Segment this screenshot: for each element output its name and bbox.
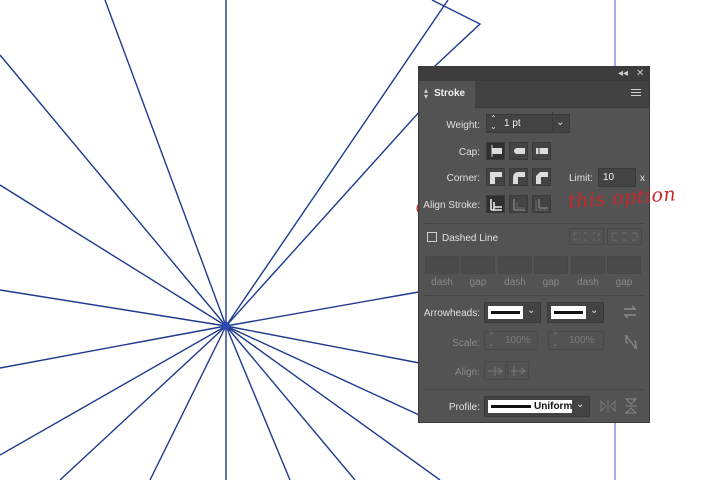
weight-label: Weight: xyxy=(446,120,480,131)
dash-label: dash xyxy=(577,277,599,288)
limit-unit: x xyxy=(640,173,645,184)
menu-icon[interactable] xyxy=(631,89,641,97)
chevron-down-icon[interactable]: ⌄ xyxy=(576,399,584,410)
limit-value[interactable]: 10 xyxy=(603,172,614,183)
starburst-ray xyxy=(225,99,431,327)
starburst-ray xyxy=(225,325,431,421)
dash-field-1[interactable] xyxy=(425,256,459,274)
swap-arrowheads-icon[interactable] xyxy=(623,305,637,319)
tab-stroke[interactable]: ▴ ▾ Stroke xyxy=(419,81,475,108)
chevron-down-icon[interactable]: ⌄ xyxy=(590,305,598,316)
starburst-ray xyxy=(225,0,449,327)
close-icon[interactable]: ✕ xyxy=(636,68,644,80)
align-dash-corners-icon[interactable] xyxy=(607,228,642,245)
align-label: Align: xyxy=(454,367,480,378)
flip-along-icon[interactable] xyxy=(600,399,616,413)
cap-label: Cap: xyxy=(458,147,480,158)
limit-label: Limit: xyxy=(569,173,593,184)
round-join-button[interactable] xyxy=(509,168,528,186)
end-arrowhead-select[interactable]: ⌄ xyxy=(547,302,604,323)
corner-label: Corner: xyxy=(446,173,480,184)
flip-across-icon[interactable] xyxy=(624,398,638,414)
align-stroke-outside-button[interactable] xyxy=(532,195,551,213)
align-stroke-inside-button[interactable] xyxy=(509,195,528,213)
start-scale-value[interactable]: 100% xyxy=(505,335,531,346)
gap-field-2[interactable] xyxy=(534,256,568,274)
align-stroke-label: Align Stroke: xyxy=(423,200,480,211)
weight-value[interactable]: 1 pt xyxy=(504,118,521,129)
end-scale-value[interactable]: 100% xyxy=(569,335,595,346)
panel-tab-bar: ▴ ▾ Stroke xyxy=(419,81,649,108)
starburst-ray xyxy=(0,184,227,327)
align-stroke-center-button[interactable] xyxy=(486,195,505,213)
expand-toggle-icon[interactable]: ▴ ▾ xyxy=(424,87,428,101)
projecting-cap-button[interactable] xyxy=(532,142,551,160)
bevel-join-button[interactable] xyxy=(532,168,551,186)
gap-field-1[interactable] xyxy=(461,256,495,274)
profile-value[interactable]: Uniform xyxy=(534,401,572,412)
starburst-ray xyxy=(104,0,227,327)
panel-titlebar[interactable]: ◂◂ ✕ xyxy=(419,67,649,81)
dash-field-2[interactable] xyxy=(498,256,532,274)
gap-label: gap xyxy=(542,277,560,288)
preserve-dash-icon[interactable] xyxy=(569,228,604,245)
gap-label: gap xyxy=(615,277,633,288)
link-scale-icon[interactable] xyxy=(624,334,638,350)
panel-title: Stroke xyxy=(434,88,466,99)
miter-join-button[interactable] xyxy=(486,168,505,186)
starburst-ray xyxy=(225,325,356,480)
place-arrow-tip-button[interactable] xyxy=(507,361,529,380)
extend-arrow-tip-button[interactable] xyxy=(484,361,506,380)
scale-label: Scale: xyxy=(452,338,480,349)
dashed-line-label: Dashed Line xyxy=(442,233,499,244)
gap-label: gap xyxy=(469,277,487,288)
starburst-center xyxy=(222,322,230,330)
dash-label: dash xyxy=(431,277,453,288)
stroke-panel: ◂◂ ✕ ▴ ▾ Stroke Weight: ⌃ ⌄ 1 pt ⌄ Cap: Co… xyxy=(418,66,650,423)
divider xyxy=(425,223,645,224)
starburst-ray xyxy=(225,325,431,366)
profile-label: Profile: xyxy=(448,402,480,413)
weight-stepper-icon[interactable]: ⌃ ⌄ xyxy=(490,115,497,131)
chevron-down-icon[interactable]: ⌄ xyxy=(527,305,535,316)
starburst-ray xyxy=(0,289,227,327)
start-arrowhead-select[interactable]: ⌄ xyxy=(484,302,541,323)
round-cap-button[interactable] xyxy=(509,142,528,160)
end-scale-field[interactable]: ⌃ ⌄ 100% xyxy=(548,331,604,350)
profile-select[interactable]: Uniform ⌄ xyxy=(484,396,590,417)
limit-field[interactable]: 10 xyxy=(598,168,636,187)
starburst-ray xyxy=(149,325,227,480)
dash-label: dash xyxy=(504,277,526,288)
arrowheads-label: Arrowheads: xyxy=(423,308,480,319)
starburst-ray xyxy=(0,54,227,327)
weight-dropdown-icon[interactable]: ⌄ xyxy=(556,117,564,128)
dashed-line-checkbox[interactable] xyxy=(427,232,437,242)
butt-cap-button[interactable] xyxy=(486,142,505,160)
collapse-icon[interactable]: ◂◂ xyxy=(618,68,628,80)
starburst-ray xyxy=(0,325,227,456)
weight-field[interactable]: ⌃ ⌄ 1 pt ⌄ xyxy=(486,112,570,133)
divider xyxy=(425,295,645,296)
gap-field-3[interactable] xyxy=(607,256,641,274)
starburst-ray xyxy=(225,289,431,327)
start-scale-field[interactable]: ⌃ ⌄ 100% xyxy=(484,331,538,350)
dash-field-3[interactable] xyxy=(571,256,605,274)
starburst-ray xyxy=(59,325,227,480)
divider xyxy=(425,389,645,390)
starburst-ray xyxy=(0,325,227,369)
